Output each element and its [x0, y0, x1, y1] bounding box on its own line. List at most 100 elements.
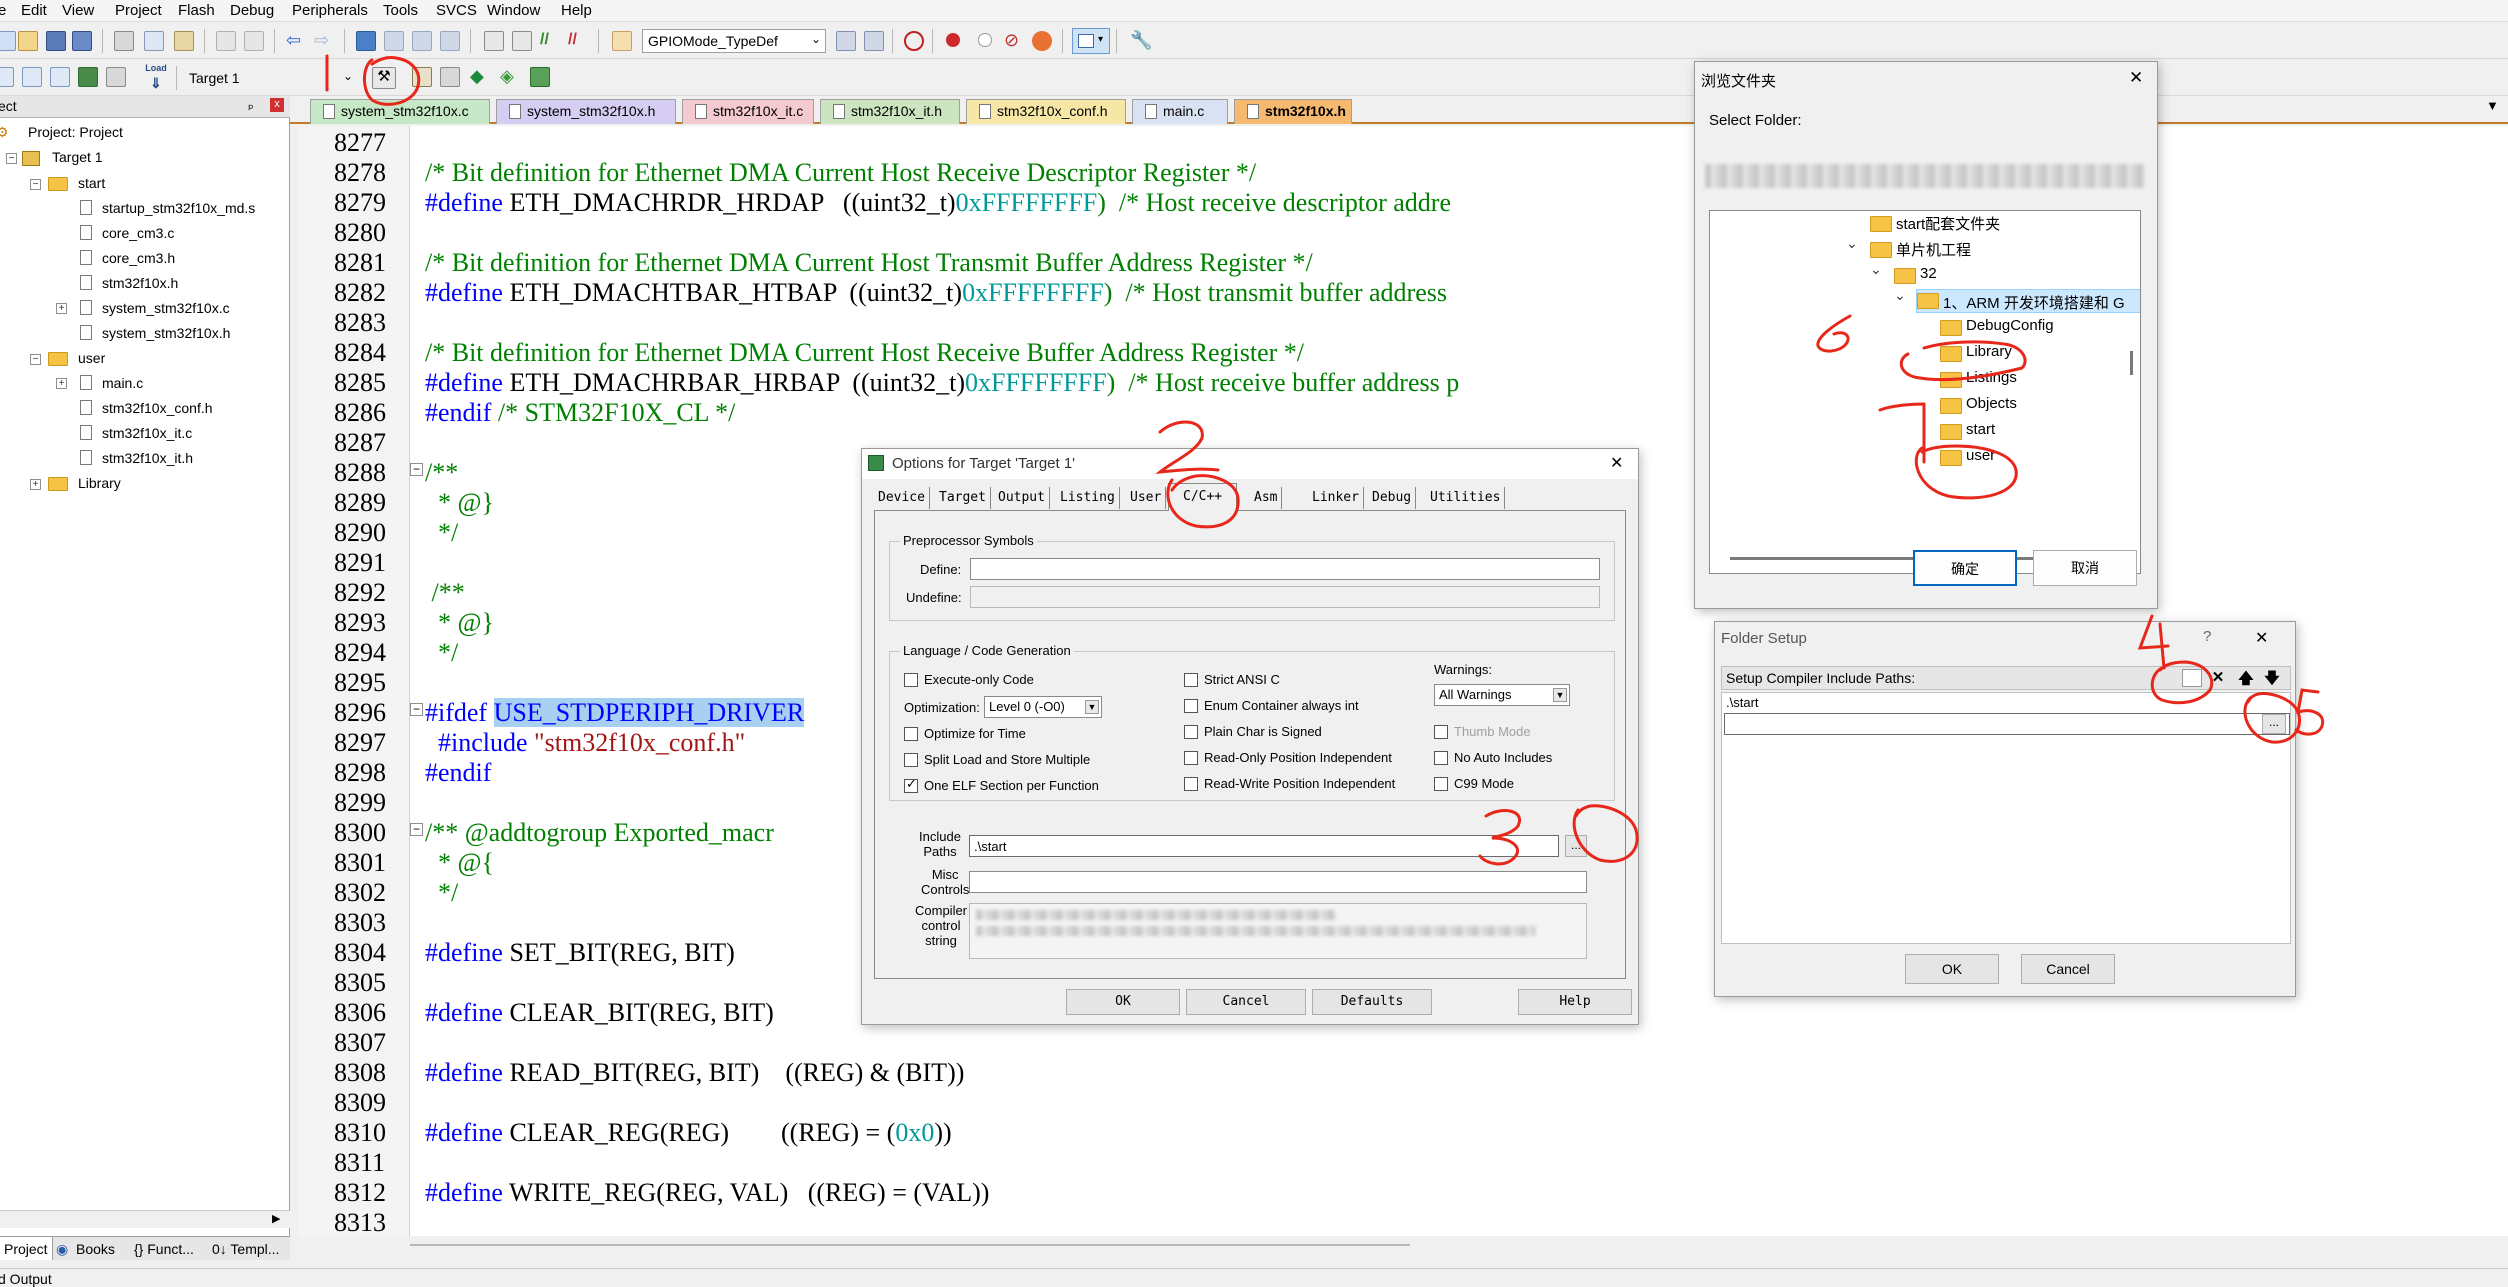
collapse-icon[interactable]: − [6, 153, 17, 164]
tree-file[interactable]: core_cm3.c [102, 225, 174, 241]
misc-controls-input[interactable] [969, 871, 1587, 893]
tab-templates[interactable]: 0↓ Templ... [212, 1241, 279, 1257]
menu-edit[interactable]: Edit [21, 2, 47, 19]
tab-file-1[interactable]: system_stm32f10x.h [496, 99, 676, 124]
fold-icon[interactable]: − [410, 823, 423, 836]
confirm-button[interactable]: 确定 [1913, 550, 2017, 586]
enum-container-checkbox[interactable]: Enum Container always int [1184, 698, 1359, 713]
delete-icon[interactable]: ✕ [2208, 668, 2228, 688]
split-load-store-checkbox[interactable]: Split Load and Store Multiple [904, 752, 1090, 767]
tab-output[interactable]: Output [994, 487, 1050, 509]
incremental-find-icon[interactable] [864, 31, 884, 51]
tree-file[interactable]: system_stm32f10x.h [102, 325, 230, 341]
warnings-select[interactable]: All Warnings ▼ [1434, 684, 1570, 706]
paste-icon[interactable] [174, 31, 194, 51]
menu-window[interactable]: Window [487, 2, 540, 19]
batch-build-icon[interactable] [78, 67, 98, 87]
stop-build-icon[interactable] [106, 67, 126, 87]
chevron-down-icon[interactable]: ⌄ [1846, 235, 1858, 252]
editor-horizontal-scrollbar[interactable] [410, 1244, 1410, 1246]
move-down-icon[interactable]: 🡇 [2262, 668, 2282, 688]
configure-icon[interactable]: 🔧 [1130, 31, 1152, 51]
tab-file-6[interactable]: stm32f10x.h [1234, 99, 1352, 124]
include-paths-list[interactable]: .\start ... [1721, 692, 2291, 944]
tab-file-3[interactable]: stm32f10x_it.h [820, 99, 960, 124]
thumb-mode-checkbox[interactable]: Thumb Mode [1434, 724, 1531, 739]
build-output-tab[interactable]: d Output [0, 1271, 52, 1287]
tab-user[interactable]: User [1126, 487, 1167, 509]
collapse-icon[interactable]: − [30, 179, 41, 190]
disable-all-breakpoints-icon[interactable]: ⊘ [1004, 31, 1024, 51]
cancel-button[interactable]: Cancel [1186, 989, 1306, 1015]
tab-project[interactable]: Project [0, 1237, 53, 1260]
bookmark-icon[interactable] [356, 31, 376, 51]
tab-file-2[interactable]: stm32f10x_it.c [682, 99, 814, 124]
define-dropdown[interactable]: GPIOMode_TypeDef ⌄ [642, 29, 826, 53]
optimize-time-checkbox[interactable]: Optimize for Time [904, 726, 1026, 741]
folder-item[interactable]: 单片机工程 [1870, 239, 1971, 260]
menu-project[interactable]: Project [115, 2, 162, 19]
one-elf-section-checkbox[interactable]: One ELF Section per Function [904, 776, 1099, 793]
redo-icon[interactable] [244, 31, 264, 51]
ok-button[interactable]: OK [1905, 954, 1999, 984]
tree-file[interactable]: core_cm3.h [102, 250, 175, 266]
new-file-icon[interactable] [0, 31, 16, 51]
tree-root[interactable]: ⚙ Project: Project [0, 124, 123, 140]
kill-all-breakpoints-icon[interactable] [1032, 31, 1052, 51]
tabs-menu-icon[interactable]: ▼ [2486, 98, 2499, 113]
menu-peripherals[interactable]: Peripherals [292, 2, 368, 19]
expand-icon[interactable]: + [30, 479, 41, 490]
tree-file[interactable]: startup_stm32f10x_md.s [102, 200, 255, 216]
folder-item[interactable]: start [1940, 421, 1995, 440]
pin-icon[interactable]: ₚ [248, 97, 254, 113]
execute-only-checkbox[interactable]: Execute-only Code [904, 672, 1034, 687]
disable-breakpoint-icon[interactable] [978, 33, 992, 47]
find-in-files-icon[interactable] [612, 31, 632, 51]
translate-icon[interactable] [0, 67, 14, 87]
tab-device[interactable]: Device [874, 487, 930, 509]
tree-group-library[interactable]: Library [78, 475, 121, 491]
horizontal-scrollbar[interactable]: ▶ [0, 1210, 290, 1228]
menu-svcs[interactable]: SVCS [436, 2, 477, 19]
vertical-scrollbar[interactable] [2130, 351, 2133, 375]
folder-item[interactable]: Listings [1940, 369, 2017, 388]
build-icon[interactable] [22, 67, 42, 87]
tab-c-cpp[interactable]: C/C++ [1168, 483, 1238, 511]
manage-project-items-icon[interactable] [440, 67, 460, 87]
copy-icon[interactable] [144, 31, 164, 51]
define-input[interactable] [970, 558, 1600, 580]
include-path-item[interactable]: .\start [1726, 695, 2286, 713]
open-file-icon[interactable] [18, 31, 38, 51]
fold-icon[interactable]: − [410, 463, 423, 476]
folder-item[interactable]: Objects [1940, 395, 2017, 414]
chevron-down-icon[interactable]: ⌄ [1870, 261, 1882, 278]
rebuild-icon[interactable] [50, 67, 70, 87]
debug-session-icon[interactable] [904, 31, 924, 51]
rw-position-independent-checkbox[interactable]: Read-Write Position Independent [1184, 776, 1395, 791]
chevron-down-icon[interactable]: ⌄ [1894, 287, 1906, 304]
defaults-button[interactable]: Defaults [1312, 989, 1432, 1015]
close-icon[interactable]: ✕ [1610, 453, 1623, 473]
file-extensions-icon[interactable] [412, 67, 432, 87]
selected-token[interactable]: USE_STDPERIPH_DRIVER [493, 698, 805, 727]
folder-tree[interactable]: start配套文件夹 ⌄ 单片机工程 ⌄ 32 ⌄ 1、ARM 开发环境搭建和 … [1709, 210, 2141, 574]
strict-ansi-checkbox[interactable]: Strict ANSI C [1184, 672, 1280, 687]
tree-file[interactable]: stm32f10x_it.h [102, 450, 193, 466]
move-up-icon[interactable]: 🡅 [2236, 668, 2256, 688]
tree-file[interactable]: main.c [102, 375, 143, 391]
c99-mode-checkbox[interactable]: C99 Mode [1434, 776, 1514, 791]
help-button[interactable]: Help [1518, 989, 1632, 1015]
prev-bookmark-icon[interactable] [384, 31, 404, 51]
no-auto-includes-checkbox[interactable]: No Auto Includes [1434, 750, 1552, 765]
pack-installer-icon[interactable]: ◈ [500, 67, 520, 87]
cancel-button[interactable]: 取消 [2033, 550, 2137, 586]
navigate-back-icon[interactable]: ⇦ [286, 31, 306, 51]
include-paths-input[interactable]: .\start [969, 835, 1559, 857]
new-folder-icon[interactable] [2182, 669, 2202, 687]
include-path-edit[interactable] [1724, 713, 2290, 735]
cancel-button[interactable]: Cancel [2021, 954, 2115, 984]
collapse-icon[interactable]: − [30, 354, 41, 365]
breakpoint-icon[interactable] [946, 33, 960, 47]
close-panel-button[interactable]: x [270, 98, 284, 112]
load-button[interactable]: Load ⇓ [144, 63, 168, 91]
